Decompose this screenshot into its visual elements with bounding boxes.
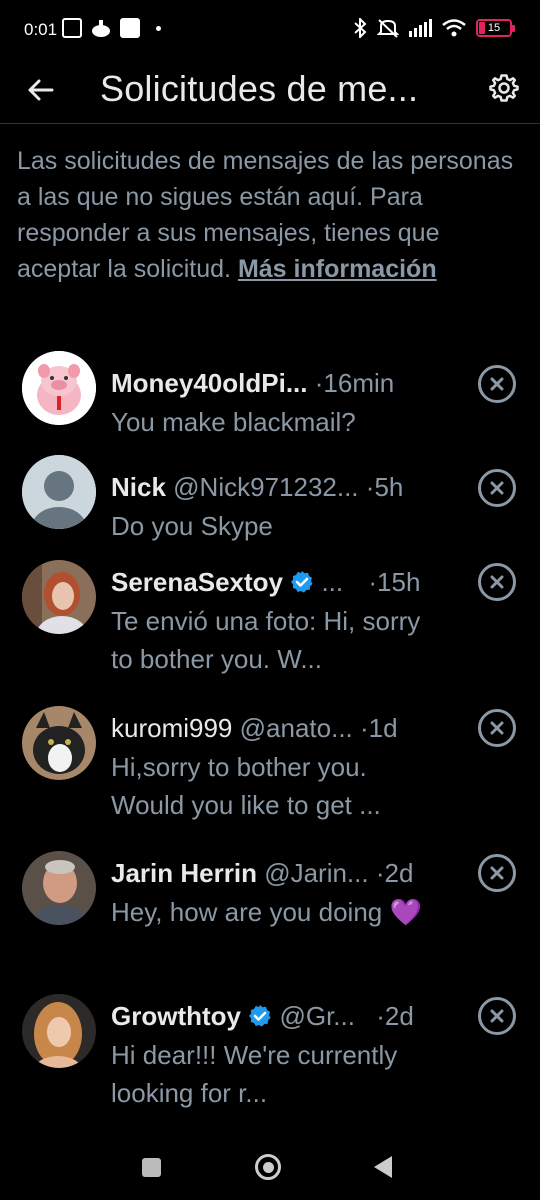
back-button[interactable] [20, 70, 60, 110]
status-bar: 0:01 15 [0, 0, 540, 62]
cat-avatar-image [22, 706, 96, 780]
bluetooth-icon [354, 18, 367, 38]
profile-photo-image [22, 560, 96, 634]
gallery-notification-icon [62, 18, 82, 38]
status-time: 0:01 [24, 20, 58, 39]
sender-name: Money40oldPi... [111, 368, 308, 398]
dismiss-request-button[interactable] [478, 709, 516, 747]
sender-name: SerenaSextoy [111, 567, 283, 597]
system-navigation-bar [0, 1130, 540, 1200]
gear-icon [489, 74, 519, 102]
message-time: ·1d [360, 713, 398, 743]
dismiss-request-button[interactable] [478, 563, 516, 601]
request-header: Jarin Herrin @Jarin... ·2d [111, 857, 441, 889]
request-header: kuromi999 @anato... ·1d [111, 712, 441, 744]
sender-handle: ... [321, 567, 344, 597]
message-preview: Te envió una foto: Hi, sorry to bother y… [111, 606, 421, 674]
battery-icon: 15 [476, 19, 515, 37]
avatar[interactable] [22, 455, 96, 529]
message-preview: You make blackmail? [111, 407, 356, 437]
avatar[interactable] [22, 351, 96, 425]
avatar[interactable] [22, 560, 96, 634]
sender-name: Jarin Herrin [111, 858, 257, 888]
more-notifications-icon [156, 25, 161, 31]
request-header: Nick @Nick971232... ·5h [111, 471, 441, 503]
pig-avatar-image [22, 351, 96, 425]
sender-name: kuromi999 [111, 713, 233, 743]
cooking-notification-icon [92, 20, 110, 37]
app-header: Solicitudes de me... [0, 62, 540, 124]
profile-photo-image [22, 994, 96, 1068]
signal-icon [409, 19, 432, 37]
wifi-icon [442, 19, 466, 37]
close-icon [490, 721, 504, 735]
close-icon [490, 575, 504, 589]
sender-handle: @Gr... [279, 1001, 355, 1031]
dismiss-request-button[interactable] [478, 469, 516, 507]
request-header: Money40oldPi... ·16min [111, 367, 441, 399]
request-header: Growthtoy @Gr... ·2d [111, 1000, 441, 1032]
notification-icons [62, 18, 161, 38]
more-info-link[interactable]: Más información [238, 255, 437, 283]
recents-button[interactable] [142, 1158, 161, 1177]
dismiss-request-button[interactable] [478, 365, 516, 403]
default-avatar-image [22, 455, 96, 529]
close-icon [490, 481, 504, 495]
app-notification-icon [120, 18, 140, 38]
request-header: SerenaSextoy ... ·15h [111, 566, 441, 598]
dismiss-request-button[interactable] [478, 997, 516, 1035]
message-time: ·2d [375, 858, 414, 888]
message-time: ·5h [365, 472, 404, 502]
message-time: ·15h [368, 567, 421, 597]
close-icon [490, 377, 504, 391]
message-preview: Hi,sorry to bother you. Would you like t… [111, 752, 381, 820]
sender-name: Nick [111, 472, 166, 502]
battery-level: 15 [487, 22, 501, 34]
verified-badge-icon [291, 571, 313, 593]
message-preview: Do you Skype [111, 511, 273, 541]
close-icon [490, 1009, 504, 1023]
page-title: Solicitudes de me... [100, 68, 419, 109]
verified-badge-icon [249, 1005, 271, 1027]
home-icon [262, 1161, 274, 1173]
message-preview: Hi dear!!! We're currently looking for r… [111, 1040, 398, 1108]
avatar[interactable] [22, 706, 96, 780]
message-preview: Hey, how are you doing 💜 [111, 897, 422, 927]
sender-handle: @anato... [239, 713, 353, 743]
sender-handle: @Jarin... [264, 858, 369, 888]
system-back-button[interactable] [374, 1156, 392, 1178]
message-time: ·16min [314, 368, 395, 398]
avatar[interactable] [22, 851, 96, 925]
mute-icon [377, 19, 399, 38]
status-right: 15 [353, 18, 515, 38]
sender-name: Growthtoy [111, 1001, 241, 1031]
arrow-left-icon [28, 79, 54, 101]
sender-handle: @Nick971232... [173, 472, 359, 502]
message-time: ·2d [376, 1001, 414, 1031]
settings-button[interactable] [484, 68, 524, 108]
dismiss-request-button[interactable] [478, 854, 516, 892]
info-text: Las solicitudes de mensajes de las perso… [17, 143, 525, 287]
home-button[interactable] [255, 1154, 281, 1180]
close-icon [490, 866, 504, 880]
profile-photo-image [22, 851, 96, 925]
avatar[interactable] [22, 994, 96, 1068]
